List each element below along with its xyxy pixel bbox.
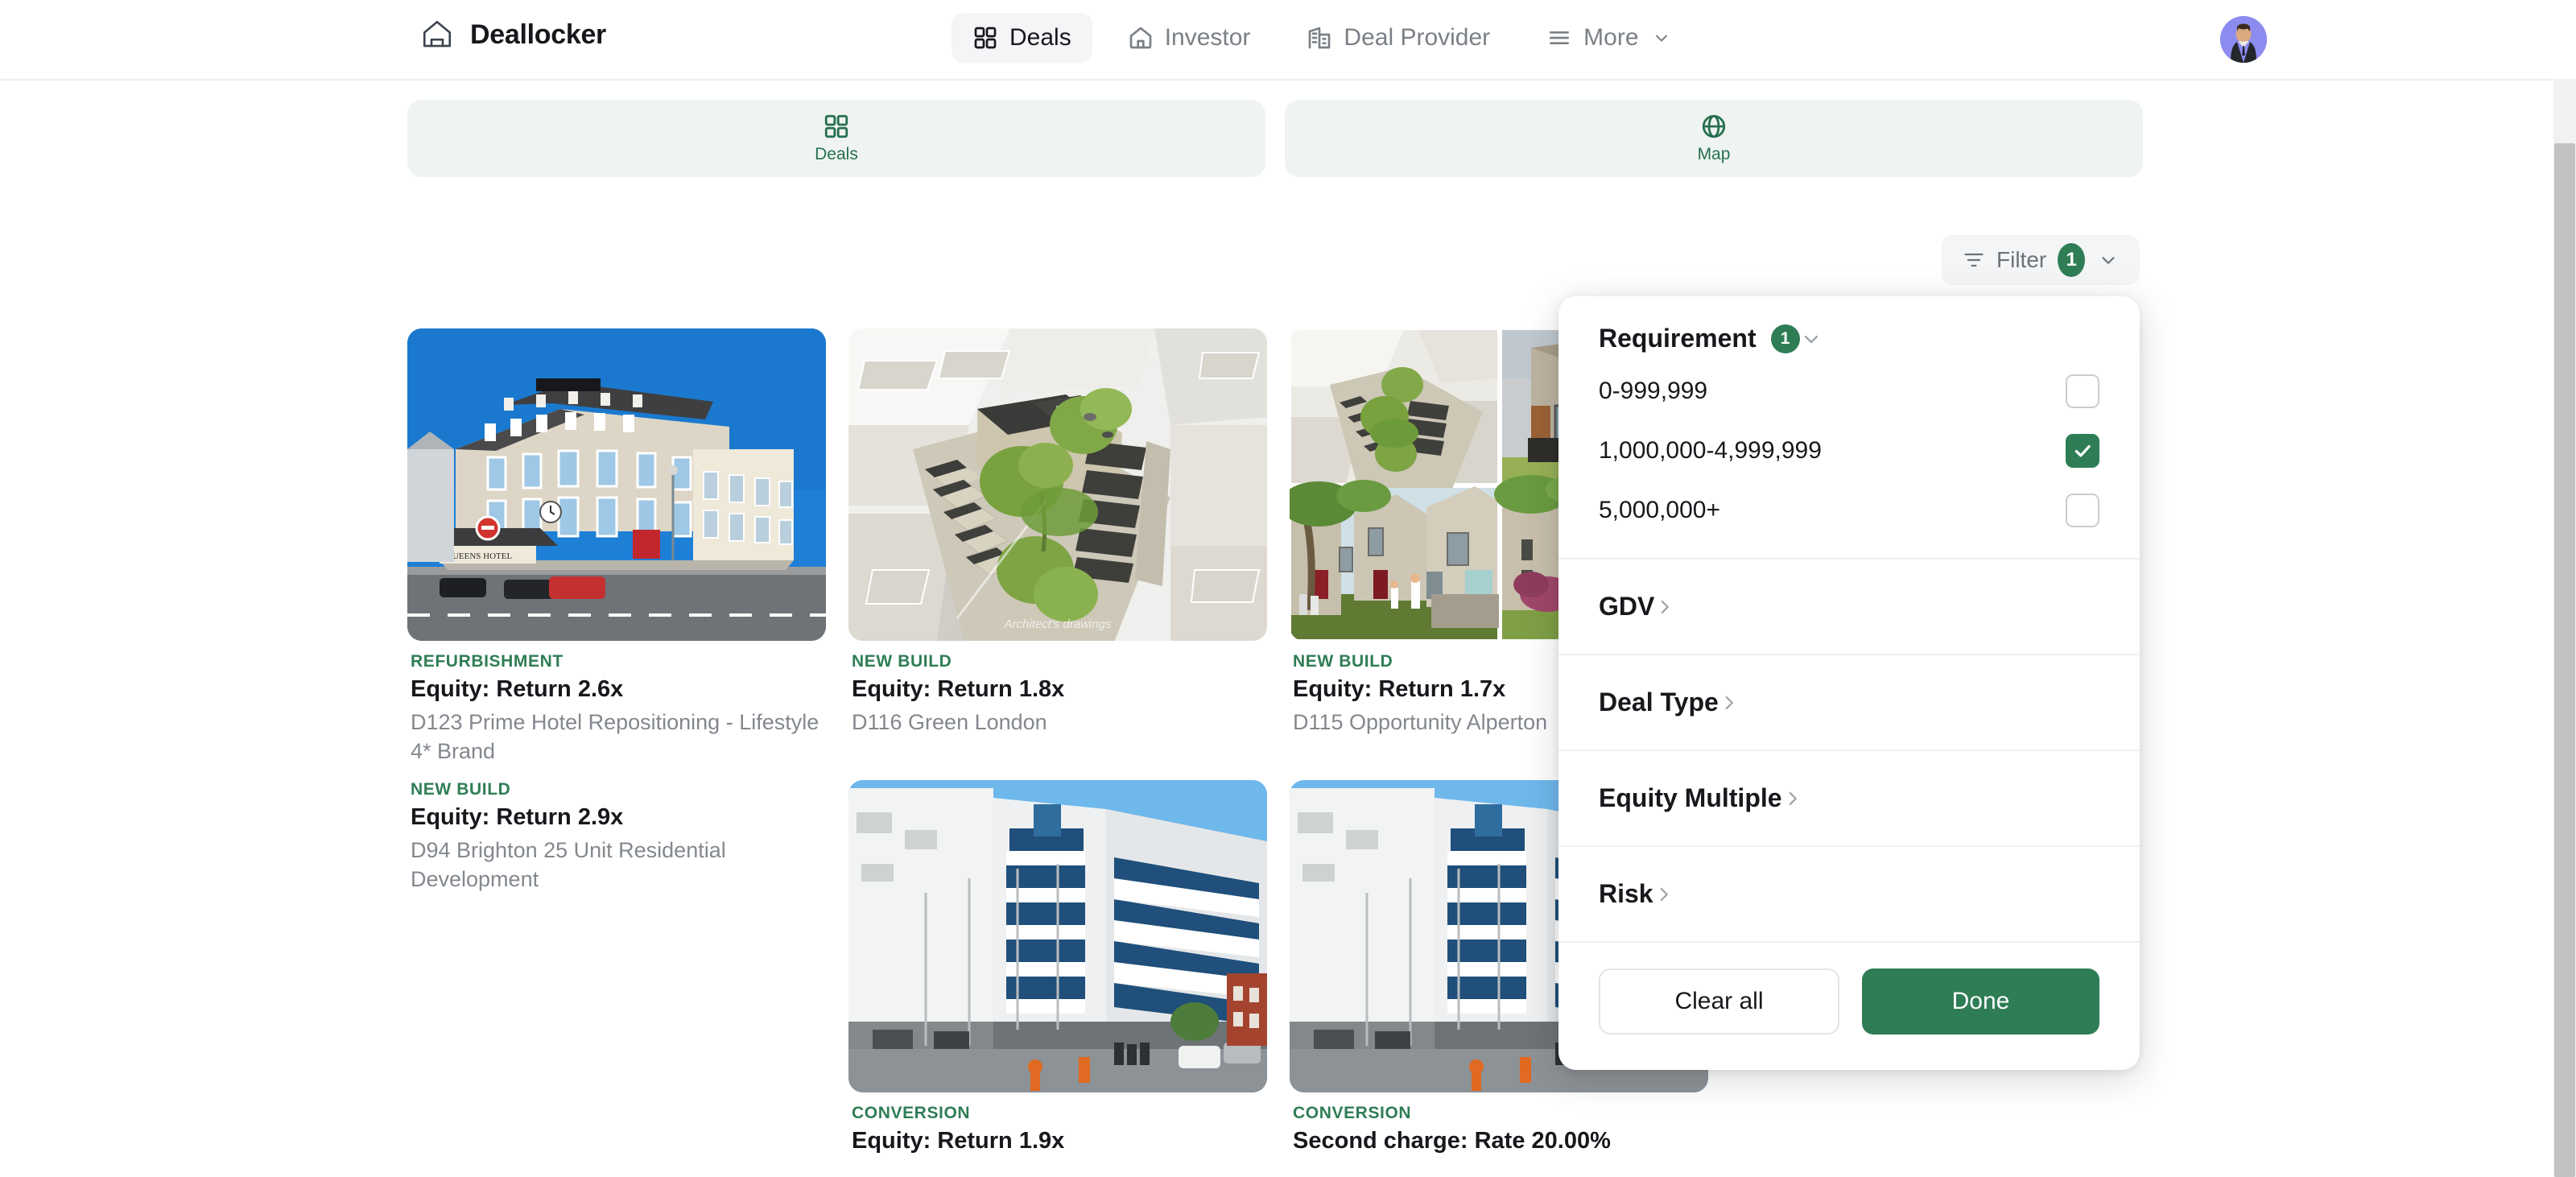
checkbox-0-999999[interactable] xyxy=(2066,374,2099,408)
deal-image-hotel: QUEENS HOTEL xyxy=(407,328,826,641)
brand-name: Deallocker xyxy=(470,19,606,50)
tab-deals[interactable]: Deals xyxy=(407,100,1265,177)
nav-item-investor[interactable]: Investor xyxy=(1107,13,1272,63)
chevron-down-icon xyxy=(1800,328,1823,350)
filter-button[interactable]: Filter 1 xyxy=(1942,235,2140,285)
home-outline-icon xyxy=(420,18,454,52)
filter-option-row[interactable]: 0-999,999 xyxy=(1558,361,2140,421)
home-icon xyxy=(1128,25,1154,51)
primary-nav: Deals Investor Deal Provider More xyxy=(952,13,1692,63)
deal-title: Equity: Return 1.9x xyxy=(852,1128,1065,1154)
deal-subtitle: D94 Brighton 25 Unit Residential Develop… xyxy=(411,838,726,891)
filter-row-label: Risk xyxy=(1599,879,1653,908)
deal-tag: REFURBISHMENT xyxy=(411,652,564,671)
chevron-right-icon xyxy=(1782,788,1803,809)
done-button[interactable]: Done xyxy=(1862,968,2099,1035)
nav-item-more[interactable]: More xyxy=(1525,13,1691,63)
deal-card[interactable]: CONVERSION Equity: Return 1.9x xyxy=(848,780,1267,1160)
deal-subtitle: D116 Green London xyxy=(852,710,1047,734)
deal-subtitle: D123 Prime Hotel Repositioning - Lifesty… xyxy=(411,710,819,763)
tab-map[interactable]: Map xyxy=(1285,100,2143,177)
filter-section-label: Requirement xyxy=(1599,324,1757,353)
menu-icon xyxy=(1546,25,1572,51)
deal-tag: CONVERSION xyxy=(852,1104,971,1123)
filter-row-label: Equity Multiple xyxy=(1599,783,1782,812)
nav-item-deals[interactable]: Deals xyxy=(952,13,1092,63)
filter-option-row[interactable]: 5,000,000+ xyxy=(1558,481,2140,540)
filter-panel: Requirement 1 0-999,999 1,000,000-4,999,… xyxy=(1558,296,2140,1070)
filter-section-deal-type[interactable]: Deal Type xyxy=(1558,654,2140,750)
checkbox-1000000-4999999[interactable] xyxy=(2066,434,2099,468)
deal-card[interactable]: NEW BUILD Equity: Return 2.9x D94 Bright… xyxy=(407,780,826,1160)
chevron-right-icon xyxy=(1653,884,1674,905)
filter-section-requirement[interactable]: Requirement 1 xyxy=(1558,296,2140,361)
deal-title: Equity: Return 2.9x xyxy=(411,804,624,831)
filter-button-label: Filter xyxy=(1996,247,2047,272)
filter-count-badge: 1 xyxy=(2058,243,2085,277)
tab-label-map: Map xyxy=(1697,145,1731,163)
nav-label-investor: Investor xyxy=(1164,24,1251,51)
deal-title: Second charge: Rate 20.00% xyxy=(1293,1128,1611,1154)
chevron-down-icon xyxy=(2096,250,2119,271)
filter-option-label: 0-999,999 xyxy=(1599,378,1708,404)
deal-tag: CONVERSION xyxy=(1293,1104,1412,1123)
svg-text:Architect's drawings: Architect's drawings xyxy=(1004,617,1112,631)
filter-icon xyxy=(1963,249,1985,271)
nav-label-more: More xyxy=(1583,24,1639,51)
app-page: Deallocker Deals Investor Deal Provider … xyxy=(0,0,2576,1177)
globe-icon xyxy=(1700,113,1728,140)
clear-all-button[interactable]: Clear all xyxy=(1599,968,1839,1035)
deal-image-aerial-render: Architect's drawings xyxy=(848,328,1267,641)
filter-option-row[interactable]: 1,000,000-4,999,999 xyxy=(1558,421,2140,481)
deal-title: Equity: Return 1.8x xyxy=(852,676,1065,702)
checkbox-5000000-plus[interactable] xyxy=(2066,494,2099,527)
grid-icon xyxy=(823,113,850,140)
chevron-right-icon xyxy=(1654,597,1675,617)
filter-option-label: 1,000,000-4,999,999 xyxy=(1599,437,1822,464)
filter-row-label: Deal Type xyxy=(1599,688,1719,717)
filter-section-risk[interactable]: Risk xyxy=(1558,845,2140,941)
deal-image-office-building xyxy=(848,780,1267,1093)
deal-card[interactable]: Architect's drawings NEW BUILD Equity: R… xyxy=(848,328,1267,766)
chevron-right-icon xyxy=(1719,692,1740,713)
filter-actions: Clear all Done xyxy=(1558,941,2140,1067)
filter-option-label: 5,000,000+ xyxy=(1599,497,1720,523)
page-scrollbar-thumb[interactable] xyxy=(2554,143,2575,1177)
deal-title: Equity: Return 2.6x xyxy=(411,676,624,702)
filter-row-label: GDV xyxy=(1599,592,1655,621)
building-icon xyxy=(1307,25,1332,51)
chevron-down-icon xyxy=(1650,28,1671,47)
deal-card[interactable]: QUEENS HOTEL REFURBISHMENT Equity: Retur… xyxy=(407,328,826,766)
svg-text:QUEENS HOTEL: QUEENS HOTEL xyxy=(446,551,512,561)
view-tabs: Deals Map xyxy=(407,100,2143,177)
tab-label-deals: Deals xyxy=(815,145,858,163)
brand[interactable]: Deallocker xyxy=(420,18,606,52)
deal-tag: NEW BUILD xyxy=(852,652,952,671)
filter-section-equity-multiple[interactable]: Equity Multiple xyxy=(1558,750,2140,845)
avatar[interactable] xyxy=(2220,16,2267,63)
nav-item-deal-provider[interactable]: Deal Provider xyxy=(1286,13,1511,63)
deal-tag: NEW BUILD xyxy=(411,780,511,799)
filter-section-gdv[interactable]: GDV xyxy=(1558,558,2140,654)
nav-label-deals: Deals xyxy=(1009,24,1071,51)
grid-icon xyxy=(972,25,998,51)
app-header: Deallocker Deals Investor Deal Provider … xyxy=(0,0,2576,81)
filter-section-badge: 1 xyxy=(1770,324,1800,353)
nav-label-deal-provider: Deal Provider xyxy=(1344,24,1491,51)
